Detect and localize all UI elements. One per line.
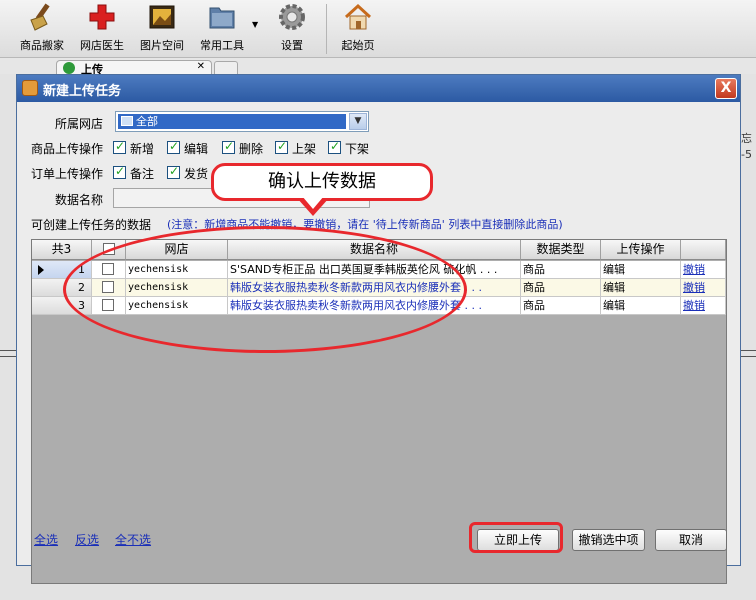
folder-icon [209,7,235,29]
close-button[interactable]: X [715,78,737,99]
tab-new[interactable] [214,61,238,75]
checkbox-remark-label: 备注 [130,167,155,181]
row-op: 编辑 [601,297,681,315]
column-header-action [681,240,726,260]
close-icon[interactable]: ✕ [197,61,205,72]
row-revoke-link[interactable]: 撤销 [681,279,726,297]
toolbar-label: 商品搬家 [20,39,64,52]
checkbox-remark[interactable] [113,164,126,179]
select-none-link[interactable]: 全不选 [115,531,151,548]
column-header-op[interactable]: 上传操作 [601,240,681,260]
red-cross-icon [89,4,115,30]
toolbar-label: 网店医生 [80,39,124,52]
main-toolbar: 商品搬家 网店医生 图片空间 常用工具 ▼ 设置 起始页 [0,0,756,58]
callout-pointer-fill [302,196,324,209]
data-name-label: 数据名称 [55,193,104,207]
toolbar-label: 图片空间 [140,39,184,52]
column-header-type[interactable]: 数据类型 [521,240,601,260]
toolbar-item-settings[interactable]: 设置 [260,0,324,58]
order-ops-label: 订单上传操作 [31,167,104,181]
available-data-label: 可创建上传任务的数据 [31,218,152,232]
home-icon [344,3,372,30]
checkbox-list[interactable] [275,139,288,154]
current-row-icon [38,265,44,275]
picture-icon [149,5,175,29]
row-op: 编辑 [601,279,681,297]
product-ops-label: 商品上传操作 [31,142,104,156]
checkbox-delete[interactable] [222,139,235,154]
checkbox-ship[interactable] [167,164,180,179]
checkbox-add[interactable] [113,139,126,154]
toolbar-label: 设置 [281,39,303,52]
upload-icon [63,62,75,74]
checkbox-delete-label: 删除 [239,142,264,156]
toolbar-label: 常用工具 [200,39,244,52]
checkbox-list-label: 上架 [292,142,317,156]
highlight-box [469,522,563,553]
store-icon [121,116,133,126]
toolbar-item-common-tools[interactable]: 常用工具 ▼ [190,0,258,58]
checkbox-delist[interactable] [328,139,341,154]
chevron-down-icon[interactable]: ▼ [252,20,258,29]
row-type: 商品 [521,261,601,279]
checkbox-delist-label: 下架 [345,142,370,156]
row-type: 商品 [521,297,601,315]
dialog-titlebar[interactable]: 新建上传任务 X [17,75,740,102]
cancel-button[interactable]: 取消 [655,529,727,551]
invert-selection-link[interactable]: 反选 [75,531,99,548]
row-type: 商品 [521,279,601,297]
toolbar-item-start-page[interactable]: 起始页 [326,0,390,58]
shop-select-value: 全部 [118,114,346,129]
toolbar-item-image-space[interactable]: 图片空间 [130,0,194,58]
toolbar-item-move-products[interactable]: 商品搬家 [10,0,74,58]
background-text: 忘 [741,132,752,145]
row-revoke-link[interactable]: 撤销 [681,261,726,279]
gear-icon [279,4,305,30]
shop-label: 所属网店 [55,117,104,131]
dialog-title: 新建上传任务 [43,84,122,99]
column-header-count: 共3 [32,240,92,260]
broom-icon [30,3,50,31]
chevron-down-icon[interactable]: ▼ [349,113,367,130]
toolbar-item-shop-doctor[interactable]: 网店医生 [70,0,134,58]
row-op: 编辑 [601,261,681,279]
highlight-ellipse [63,226,467,353]
checkbox-edit[interactable] [167,139,180,154]
shop-select-text: 全部 [136,115,158,128]
checkbox-add-label: 新增 [130,142,155,156]
row-revoke-link[interactable]: 撤销 [681,297,726,315]
toolbar-label: 起始页 [341,39,375,52]
app-icon [22,80,38,96]
checkbox-ship-label: 发货 [184,167,209,181]
revoke-selected-button[interactable]: 撤销选中项 [572,529,645,551]
select-all-link[interactable]: 全选 [34,531,58,548]
shop-select[interactable]: 全部 ▼ [115,111,369,132]
background-text: -5 [741,148,752,161]
checkbox-edit-label: 编辑 [184,142,209,156]
